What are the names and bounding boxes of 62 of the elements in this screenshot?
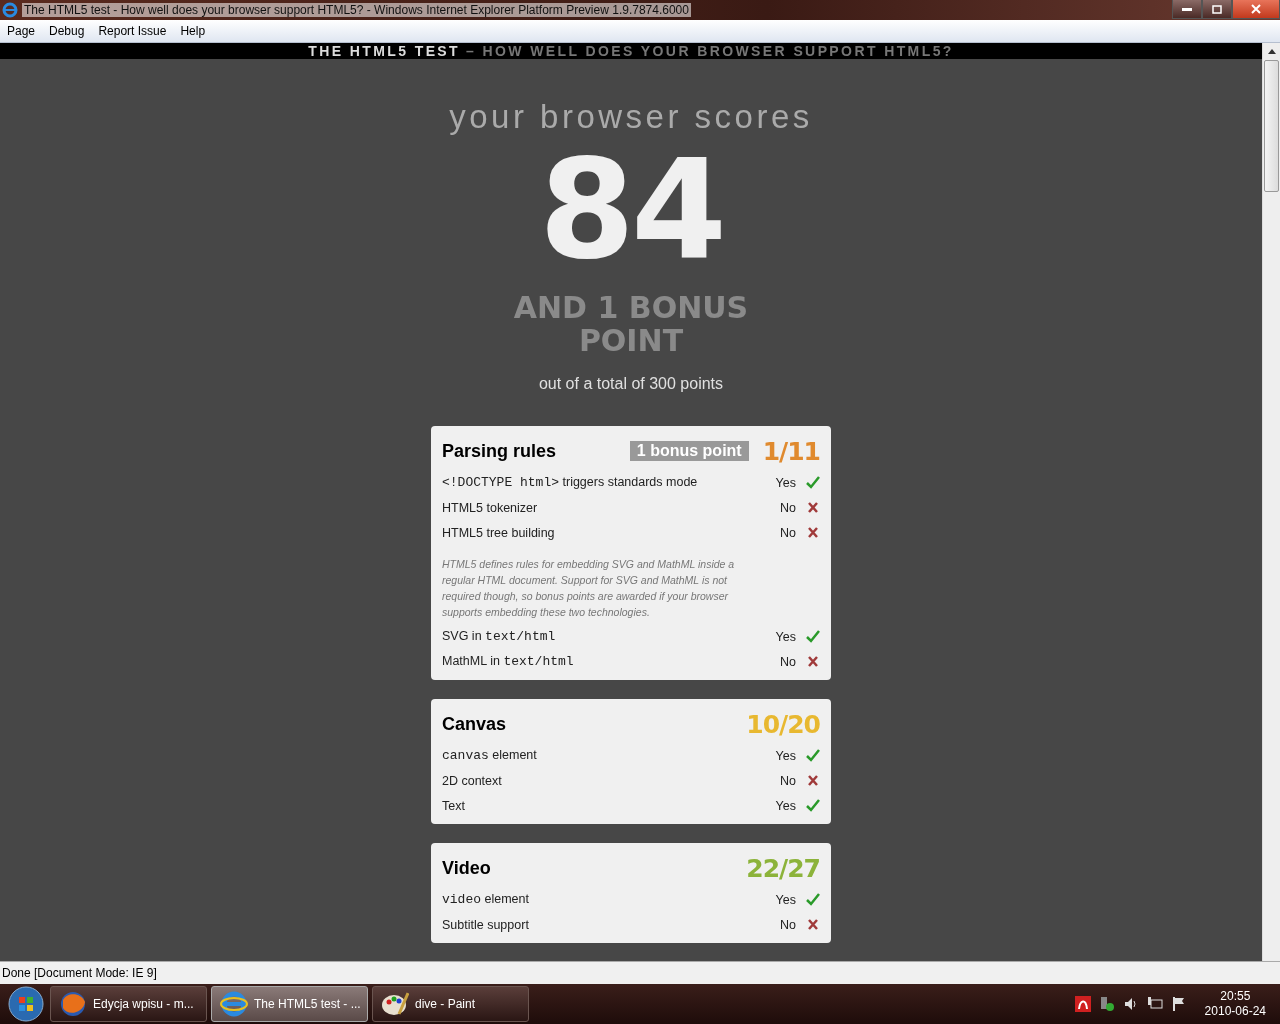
test-result: No: [779, 917, 796, 932]
site-title: THE HTML5 TEST: [308, 43, 461, 59]
test-result: No: [779, 773, 796, 788]
test-result: Yes: [774, 475, 796, 490]
window-title: The HTML5 test - How well does your browser support HTML5? - Windows Internet Explorer Platform Preview 1.9.7874.6000: [22, 3, 691, 17]
test-label: <!DOCTYPE html> triggers standards mode: [442, 475, 698, 490]
section-title: Canvas: [442, 713, 507, 735]
device-check-icon[interactable]: [1098, 996, 1115, 1012]
status-text: Done [Document Mode: IE 9]: [2, 966, 157, 980]
menu-item[interactable]: Page: [0, 24, 43, 38]
test-result: No: [779, 500, 796, 515]
start-button[interactable]: [6, 985, 46, 1023]
section-title: Parsing rules: [442, 440, 557, 462]
close-button[interactable]: [1232, 0, 1280, 19]
taskbar-button[interactable]: dive - Paint: [372, 986, 529, 1022]
menu-item[interactable]: Help: [173, 24, 213, 38]
taskbar-button[interactable]: The HTML5 test - ...: [211, 986, 368, 1022]
browser-logo-icon: [2, 2, 18, 18]
note-text: HTML5 defines rules for embedding SVG and MathML inside a regular HTML document. Support for SVG and MathML is not required though, so bonus points are awarded if your browser supports embedding these two technologies.: [442, 557, 736, 620]
flag-icon[interactable]: [1170, 996, 1187, 1012]
test-label: video element: [442, 892, 529, 907]
bonus-badge: 1 bonus point: [629, 441, 749, 461]
clock[interactable]: 20:55 2010-06-24: [1204, 989, 1266, 1019]
menu-item[interactable]: Report Issue: [91, 24, 174, 38]
close-icon: [1251, 4, 1261, 14]
test-result: Yes: [774, 748, 796, 763]
section-title: Video: [442, 857, 491, 879]
score-intro: your browser scores: [449, 99, 813, 135]
minimize-button[interactable]: [1172, 0, 1202, 19]
test-label: Subtitle support: [442, 917, 529, 932]
palette-icon: [381, 990, 409, 1018]
score-value: 84: [538, 135, 723, 285]
menu-item[interactable]: Debug: [42, 24, 92, 38]
bonus-text: AND 1 BONUS POINT: [512, 291, 750, 357]
test-label: Text: [442, 798, 465, 813]
site-subtitle: – HOW WELL DOES YOUR BROWSER SUPPORT HTML5?: [466, 43, 954, 59]
scroll-thumb[interactable]: [1264, 60, 1279, 192]
antivirus-icon[interactable]: [1074, 996, 1091, 1012]
test-label: HTML5 tokenizer: [442, 500, 538, 515]
taskbar-button[interactable]: Edycja wpisu - m...: [50, 986, 207, 1022]
maximize-button[interactable]: [1202, 0, 1232, 19]
test-label: 2D context: [442, 773, 502, 788]
test-label: HTML5 tree building: [442, 525, 555, 540]
test-label: canvas element: [442, 748, 537, 763]
speaker-icon[interactable]: [1122, 996, 1139, 1012]
score-total: out of a total of 300 points: [538, 375, 724, 393]
maximize-icon: [1212, 4, 1222, 14]
test-label: SVG in text/html: [442, 629, 556, 644]
network-icon[interactable]: [1146, 996, 1163, 1012]
test-label: MathML in text/html: [442, 654, 574, 669]
minimize-icon: [1182, 7, 1192, 11]
section-score: 22/27: [746, 853, 820, 883]
e-logo-icon: [220, 990, 248, 1018]
scrollbar[interactable]: [1262, 43, 1280, 961]
test-result: Yes: [774, 892, 796, 907]
test-result: No: [779, 654, 796, 669]
test-result: Yes: [774, 798, 796, 813]
test-result: No: [779, 525, 796, 540]
section-score: 1/11: [762, 436, 820, 466]
test-result: Yes: [774, 629, 796, 644]
scroll-up-icon[interactable]: [1267, 49, 1276, 54]
section-score: 10/20: [746, 709, 820, 739]
